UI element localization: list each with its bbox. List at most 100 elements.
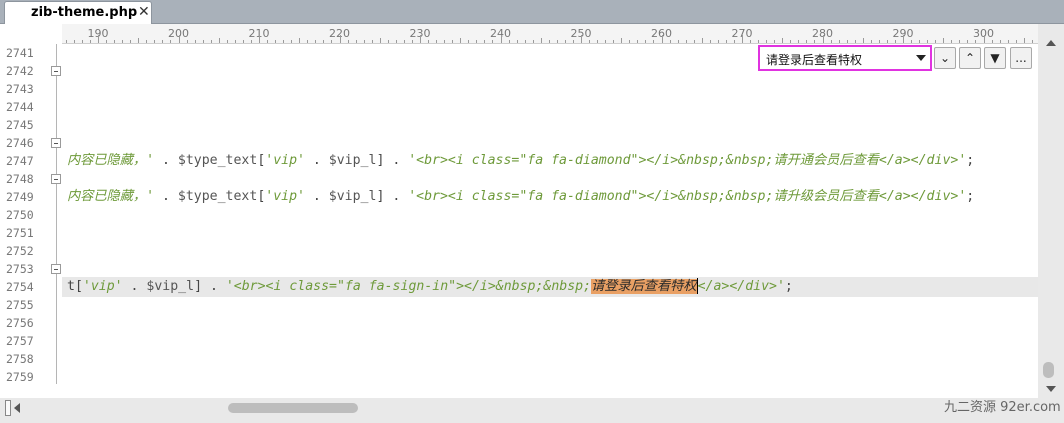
ruler-tick: [138, 38, 140, 43]
close-icon[interactable]: ✕: [138, 4, 150, 20]
tab-zib-theme[interactable]: zib-theme.php ✕: [4, 1, 152, 24]
ruler-tick: [154, 40, 156, 43]
ruler-tick: [420, 35, 421, 43]
ruler-tick: [886, 40, 888, 43]
horizontal-scroll-thumb[interactable]: [228, 403, 358, 413]
ruler-tick: [315, 40, 317, 43]
code-editor[interactable]: 内容已隐藏，' . $type_text['vip' . $vip_l] . '…: [62, 44, 1038, 398]
ruler-tick: [621, 38, 623, 43]
chevron-down-icon[interactable]: [916, 55, 926, 61]
code-line-2747[interactable]: 内容已隐藏，' . $type_text['vip' . $vip_l] . '…: [67, 151, 974, 171]
line-number: 2754: [6, 280, 34, 294]
ruler-tick: [403, 40, 405, 43]
ruler-tick: [790, 40, 792, 43]
line-number: 2746: [6, 136, 34, 150]
tab-label: zib-theme.php: [31, 5, 138, 20]
operator-token: ] .: [376, 153, 409, 168]
ruler-tick: [234, 40, 236, 43]
ruler-tick: [452, 40, 454, 43]
operator-token: ] .: [376, 189, 409, 204]
scroll-up-icon[interactable]: [1046, 40, 1056, 46]
fold-collapse-icon[interactable]: [51, 66, 61, 76]
search-input-value: 请登录后查看特权: [766, 53, 863, 67]
variable-token: $vip_l: [328, 153, 377, 168]
ruler-tick: [411, 40, 413, 43]
line-number: 2747: [6, 154, 34, 168]
split-grip[interactable]: [5, 400, 11, 416]
ruler-tick: [605, 40, 607, 43]
ruler-tick: [500, 35, 502, 43]
ruler-tick: [742, 35, 743, 43]
string-token: 内容已隐藏，': [67, 153, 155, 168]
ruler-tick: [540, 38, 542, 43]
fold-collapse-icon[interactable]: [51, 138, 61, 148]
line-number: 2752: [6, 244, 34, 258]
string-token: 'vip': [265, 189, 305, 204]
ruler-tick: [589, 40, 591, 43]
scroll-left-icon[interactable]: [14, 403, 20, 413]
ruler-tick: [798, 40, 800, 43]
ruler-tick: [774, 40, 776, 43]
ruler-tick: [186, 40, 188, 43]
ruler-tick: [291, 40, 293, 43]
ruler-tick: [267, 40, 269, 43]
ruler-tick: [878, 40, 880, 43]
ruler-tick: [653, 40, 655, 43]
semicolon-token: ;: [966, 189, 975, 204]
more-options-button[interactable]: ...: [1010, 47, 1032, 69]
ruler-tick: [218, 38, 220, 43]
code-line-2749[interactable]: 内容已隐藏，' . $type_text['vip' . $vip_l] . '…: [67, 187, 974, 207]
ruler-tick: [661, 35, 663, 43]
ruler-tick: [484, 40, 486, 43]
fold-collapse-icon[interactable]: [51, 264, 61, 274]
ruler-tick: [130, 40, 132, 43]
search-input[interactable]: 请登录后查看特权: [758, 45, 932, 71]
ruler-tick: [709, 40, 711, 43]
ruler-tick: [806, 40, 808, 43]
semicolon-token: ;: [784, 279, 793, 294]
ruler-tick: [428, 40, 430, 43]
horizontal-scrollbar[interactable]: [0, 398, 1064, 423]
line-number: 2751: [6, 226, 34, 240]
ruler-tick: [581, 35, 582, 43]
ruler-tick: [862, 38, 864, 43]
ruler-tick: [1031, 40, 1033, 43]
ruler-tick: [226, 40, 228, 43]
line-number: 2757: [6, 334, 34, 348]
ruler-tick: [911, 40, 913, 43]
filter-button[interactable]: ▼: [984, 47, 1006, 69]
ruler-tick: [194, 40, 196, 43]
search-match-highlight: 请登录后查看特权: [591, 279, 697, 294]
ruler-tick: [717, 40, 719, 43]
string-token: </a></div>': [697, 279, 785, 294]
ruler-tick: [733, 40, 735, 43]
ruler-tick: [210, 40, 212, 43]
vertical-scroll-thumb[interactable]: [1043, 362, 1054, 378]
variable-token: $type_text: [177, 153, 258, 168]
ruler-tick: [951, 40, 953, 43]
find-previous-button[interactable]: ⌃: [959, 47, 981, 69]
ruler-tick: [983, 35, 985, 43]
ruler-tick: [355, 40, 357, 43]
ruler-tick: [814, 40, 816, 43]
ruler-tick: [532, 40, 534, 43]
vertical-scrollbar[interactable]: [1038, 24, 1064, 398]
string-token: 'vip': [82, 279, 123, 294]
ruler-tick: [629, 40, 631, 43]
ruler-tick: [725, 40, 727, 43]
find-next-button[interactable]: ⌄: [934, 47, 956, 69]
fold-collapse-icon[interactable]: [51, 174, 61, 184]
ruler-tick: [967, 40, 969, 43]
ruler-tick: [299, 38, 301, 43]
string-token: 内容已隐藏，': [67, 189, 155, 204]
ruler-tick: [693, 40, 695, 43]
operator-token: .: [304, 189, 329, 204]
scroll-down-icon[interactable]: [1046, 386, 1056, 392]
line-number: 2745: [6, 118, 34, 132]
string-token: '<br><i class="fa fa-diamond"></i>&nbsp;…: [408, 153, 967, 168]
code-line-2754[interactable]: t['vip' . $vip_l] . '<br><i class="fa fa…: [67, 277, 793, 297]
variable-token: $type_text: [177, 189, 258, 204]
ruler-tick: [323, 40, 325, 43]
ruler-tick: [242, 40, 244, 43]
ruler-tick: [307, 40, 309, 43]
